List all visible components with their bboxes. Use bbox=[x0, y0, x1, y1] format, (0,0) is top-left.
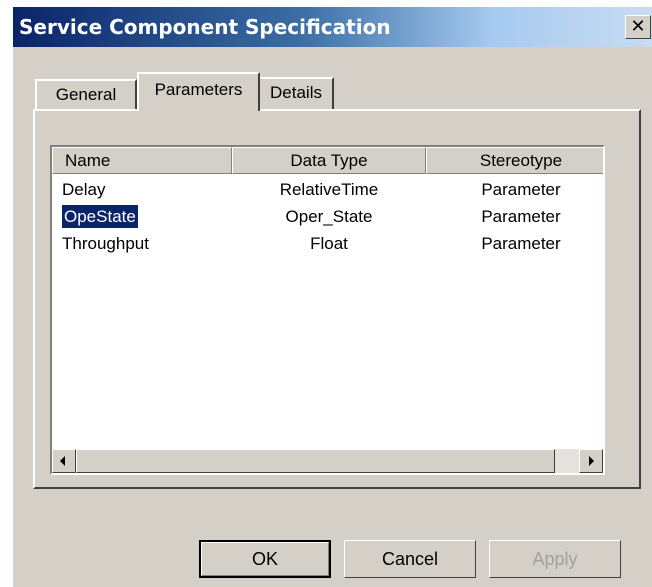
scroll-right-button[interactable] bbox=[579, 449, 603, 473]
row-name-cell-selected: OpeState bbox=[61, 204, 139, 229]
list-row-opestate[interactable]: OpeState Oper_State Parameter bbox=[52, 203, 603, 230]
tab-parameters-label: Parameters bbox=[154, 80, 243, 99]
row-stereotype-cell: Parameter bbox=[481, 207, 561, 226]
apply-button-label: Apply bbox=[532, 549, 578, 569]
arrow-right-icon bbox=[589, 456, 594, 466]
list-header: Name Data Type Stereotype bbox=[52, 147, 603, 174]
scrollbar-thumb[interactable] bbox=[76, 449, 555, 473]
list-row-throughput[interactable]: Throughput Float Parameter bbox=[52, 230, 603, 257]
ok-button[interactable]: OK bbox=[199, 540, 331, 578]
dialog-title: Service Component Specification bbox=[19, 15, 391, 39]
tab-details[interactable]: Details bbox=[258, 77, 334, 109]
row-data-type-cell: RelativeTime bbox=[279, 180, 379, 199]
dialog-window: Service Component Specification ✕ Genera… bbox=[12, 6, 652, 587]
row-data-type-cell: Oper_State bbox=[285, 207, 373, 226]
tab-parameters[interactable]: Parameters bbox=[137, 72, 260, 111]
arrow-left-icon bbox=[60, 456, 65, 466]
list-rows: Delay RelativeTime Parameter OpeState Op… bbox=[52, 176, 603, 257]
column-header-name[interactable]: Name bbox=[52, 147, 232, 174]
row-stereotype-cell: Parameter bbox=[481, 180, 561, 199]
ok-button-bevel bbox=[201, 542, 329, 576]
scroll-left-button[interactable] bbox=[52, 449, 76, 473]
tab-details-label: Details bbox=[270, 83, 322, 102]
row-name-cell: Delay bbox=[62, 180, 106, 199]
horizontal-scrollbar[interactable] bbox=[52, 449, 603, 473]
column-header-data-type[interactable]: Data Type bbox=[232, 147, 426, 174]
row-stereotype-cell: Parameter bbox=[481, 234, 561, 253]
row-data-type-cell: Float bbox=[310, 234, 348, 253]
list-row-delay[interactable]: Delay RelativeTime Parameter bbox=[52, 176, 603, 203]
tab-general-label: General bbox=[55, 85, 117, 104]
title-bar[interactable]: Service Component Specification ✕ bbox=[13, 7, 652, 47]
close-button[interactable]: ✕ bbox=[625, 15, 651, 39]
column-header-stereotype[interactable]: Stereotype bbox=[426, 147, 603, 174]
parameters-list[interactable]: Name Data Type Stereotype Delay Relative… bbox=[50, 145, 605, 475]
tab-general[interactable]: General bbox=[35, 79, 137, 109]
row-name-cell: Throughput bbox=[62, 234, 149, 253]
cancel-button-label: Cancel bbox=[381, 549, 439, 569]
apply-button[interactable]: Apply bbox=[489, 540, 621, 578]
cancel-button[interactable]: Cancel bbox=[344, 540, 476, 578]
close-icon: ✕ bbox=[630, 16, 646, 37]
